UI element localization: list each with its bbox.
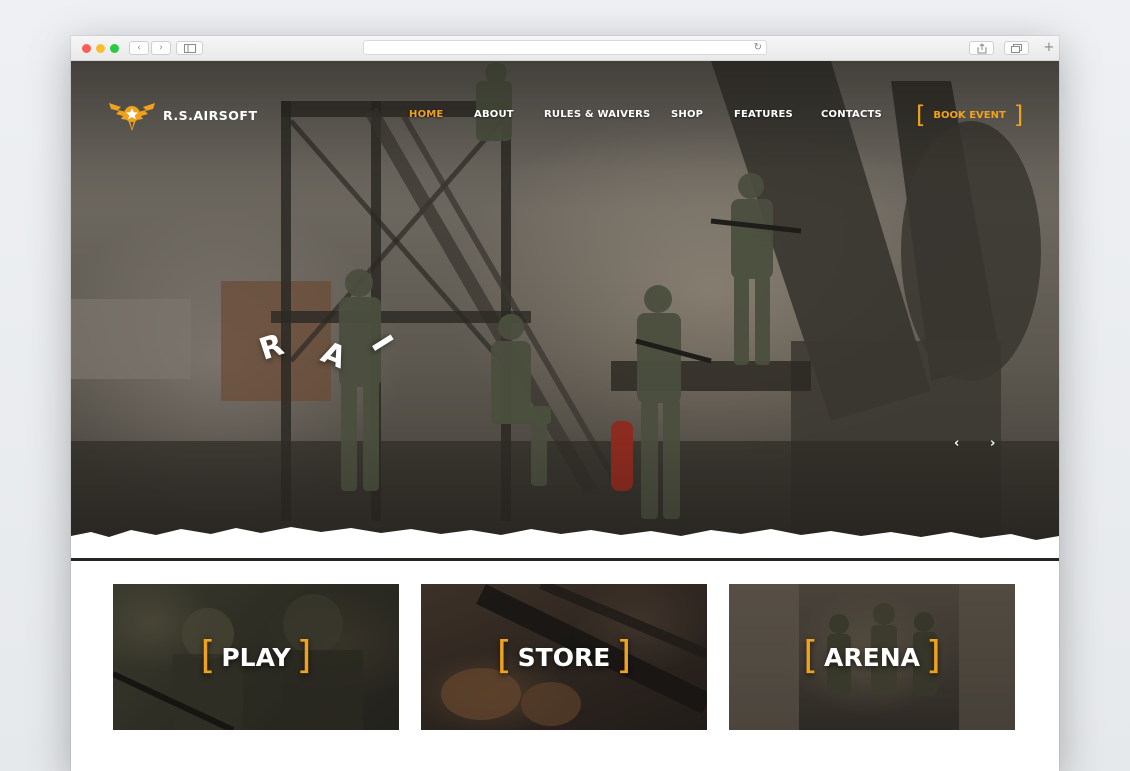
share-icon	[977, 43, 986, 54]
nav-item-rules-waivers[interactable]: RULES & WAIVERS	[544, 109, 650, 120]
card-arena[interactable]: [ ARENA ]	[729, 584, 1015, 730]
nav-item-contacts[interactable]: CONTACTS	[821, 109, 882, 120]
sidebar-icon	[183, 44, 196, 53]
card-play[interactable]: [ PLAY ]	[113, 584, 399, 730]
reload-icon[interactable]: ↻	[754, 41, 762, 54]
slider-next-arrow-icon[interactable]: ›	[990, 436, 995, 451]
tabs-icon	[1011, 44, 1022, 53]
book-event-label: BOOK EVENT	[933, 109, 1006, 121]
bracket-open: [	[916, 101, 926, 129]
book-event-button[interactable]: [ BOOK EVENT ]	[916, 102, 1023, 128]
sidebar-toggle-button[interactable]	[176, 41, 203, 55]
card-store-label: STORE	[517, 642, 611, 672]
nav-item-about[interactable]: ABOUT	[474, 109, 514, 120]
main-navigation: HOME ABOUT RULES & WAIVERS SHOP FEATURES…	[71, 109, 1059, 123]
card-play-label: PLAY	[221, 642, 291, 672]
browser-window: ‹ › ↻ + R.S.AIRSOFT HOME ABOUT RULES & W…	[71, 36, 1059, 771]
slide-letter: A	[316, 334, 351, 377]
slide-letter: R	[255, 327, 288, 368]
forward-button[interactable]: ›	[151, 41, 171, 55]
tab-overview-button[interactable]	[1004, 41, 1029, 55]
nav-item-features[interactable]: FEATURES	[734, 109, 793, 120]
feature-cards: [ PLAY ] [ STORE ] [ARENA]	[113, 584, 1017, 731]
minimize-window-button[interactable]	[96, 44, 105, 53]
torn-paper-divider	[71, 527, 1059, 558]
maximize-window-button[interactable]	[110, 44, 119, 53]
hero-slider: R.S.AIRSOFT HOME ABOUT RULES & WAIVERS S…	[71, 61, 1059, 561]
bracket-close: ]	[1013, 101, 1024, 129]
slide-letter: I	[363, 329, 400, 358]
close-window-button[interactable]	[82, 44, 91, 53]
nav-item-home[interactable]: HOME	[409, 109, 443, 120]
slider-prev-arrow-icon[interactable]: ‹	[954, 436, 959, 451]
address-bar[interactable]: ↻	[363, 40, 767, 55]
nav-item-shop[interactable]: SHOP	[671, 109, 703, 120]
slide-caption: R A I	[255, 326, 416, 377]
back-button[interactable]: ‹	[129, 41, 149, 55]
browser-toolbar: ‹ › ↻ +	[71, 36, 1059, 61]
card-arena-label: ARENA	[824, 642, 920, 672]
share-button[interactable]	[969, 41, 994, 55]
new-tab-button[interactable]: +	[1039, 41, 1059, 56]
card-store[interactable]: [ STORE ]	[421, 584, 707, 730]
